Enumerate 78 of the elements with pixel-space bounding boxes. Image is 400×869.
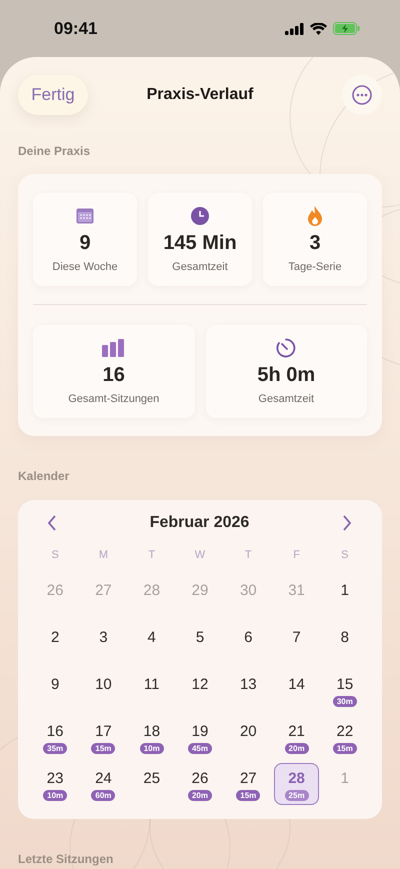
weekday-label: T — [244, 548, 253, 563]
calendar-day[interactable]: 19 45m — [177, 716, 222, 758]
screen-title: Praxis-Verlauf — [146, 86, 254, 103]
calendar-day[interactable]: 15 30m — [322, 668, 368, 710]
duration-badge: 15m — [236, 790, 260, 800]
stat-value: 145 Min — [163, 232, 237, 255]
duration-badge: 15m — [332, 742, 357, 754]
section-label: Letzte Sitzungen — [18, 852, 114, 866]
weekday-label: T — [147, 548, 156, 563]
chevron-left-icon — [47, 515, 57, 531]
timer-icon — [276, 338, 296, 358]
duration-badge: 35m — [43, 742, 68, 754]
calendar-day[interactable]: 2 — [32, 622, 78, 664]
calendar-day[interactable]: 5 — [177, 622, 222, 664]
weekday-label: S — [340, 548, 350, 563]
calendar-day[interactable]: 9 — [32, 668, 78, 710]
duration-badge: 30m — [332, 696, 357, 706]
duration-badge: 10m — [140, 742, 164, 754]
weekday-label: M — [98, 548, 109, 563]
flame-icon — [307, 206, 323, 226]
more-button[interactable] — [342, 75, 382, 115]
weekday-label: F — [292, 548, 301, 563]
status-time: 09:41 — [54, 18, 98, 38]
calendar-day[interactable]: 8 — [322, 622, 368, 664]
stat-value: 5h 0m — [257, 364, 316, 387]
weekday-label: W — [194, 548, 206, 563]
calendar-day[interactable]: 22 15m — [322, 716, 368, 758]
wifi-icon — [310, 22, 327, 34]
weekday-label: S — [50, 548, 60, 563]
stat-label: Gesamtzeit — [172, 261, 228, 273]
calendar-day[interactable]: 23 10m — [32, 762, 78, 804]
calendar-day[interactable]: 14 — [274, 668, 320, 710]
calendar-day[interactable]: 18 10m — [129, 716, 174, 758]
calendar-day[interactable]: 21 20m — [274, 716, 320, 758]
calendar-day[interactable]: 16 35m — [32, 716, 78, 758]
calendar-day[interactable]: 11 — [129, 668, 174, 710]
stat-value: 9 — [79, 232, 91, 255]
calendar-day[interactable]: 28 25m — [274, 762, 320, 804]
calendar-day[interactable]: 13 — [226, 668, 271, 710]
calendar-day[interactable]: 20 — [226, 716, 271, 758]
duration-badge: 25m — [284, 790, 309, 800]
stat-label: Gesamtzeit — [258, 393, 314, 405]
battery-charging-icon — [333, 22, 360, 35]
done-button[interactable]: Fertig — [18, 75, 88, 115]
section-label: Kalender — [18, 469, 70, 483]
calendar-day[interactable]: 26 20m — [177, 762, 222, 804]
more-icon — [352, 85, 372, 105]
calendar-day[interactable]: 17 15m — [80, 716, 126, 758]
clock-icon — [191, 207, 209, 225]
stat-label: Diese Woche — [52, 261, 118, 273]
duration-badge: 20m — [188, 790, 212, 800]
calendar-icon — [76, 208, 94, 224]
stat-value: 16 — [102, 364, 125, 387]
duration-badge: 10m — [43, 790, 68, 800]
calendar-day[interactable]: 3 — [80, 622, 126, 664]
calendar-day[interactable]: 10 — [80, 668, 126, 710]
duration-badge: 45m — [188, 742, 212, 754]
calendar-day[interactable]: 27 15m — [226, 762, 271, 804]
calendar-day[interactable]: 7 — [274, 622, 320, 664]
chevron-right-icon — [342, 515, 352, 531]
section-label: Deine Praxis — [18, 144, 92, 158]
stat-label: Gesamt-Sitzungen — [68, 393, 160, 405]
stat-value: 3 — [309, 232, 321, 255]
calendar-day[interactable]: 24 60m — [80, 762, 126, 804]
calendar-day[interactable]: 12 — [177, 668, 222, 710]
calendar-day[interactable]: 25 — [129, 762, 174, 804]
month-title: Februar 2026 — [150, 514, 250, 532]
stat-label: Tage-Serie — [288, 261, 342, 273]
calendar-day[interactable]: 4 — [129, 622, 174, 664]
signal-icon — [285, 22, 304, 34]
calendar-day[interactable]: 6 — [226, 622, 271, 664]
calendar-day[interactable]: 1 — [322, 574, 368, 616]
duration-badge: 15m — [91, 742, 116, 754]
previous-month-button[interactable] — [47, 515, 57, 531]
bar-chart-icon — [102, 339, 126, 357]
duration-badge: 60m — [91, 790, 116, 800]
duration-badge: 20m — [284, 742, 309, 754]
next-month-button[interactable] — [342, 515, 352, 531]
